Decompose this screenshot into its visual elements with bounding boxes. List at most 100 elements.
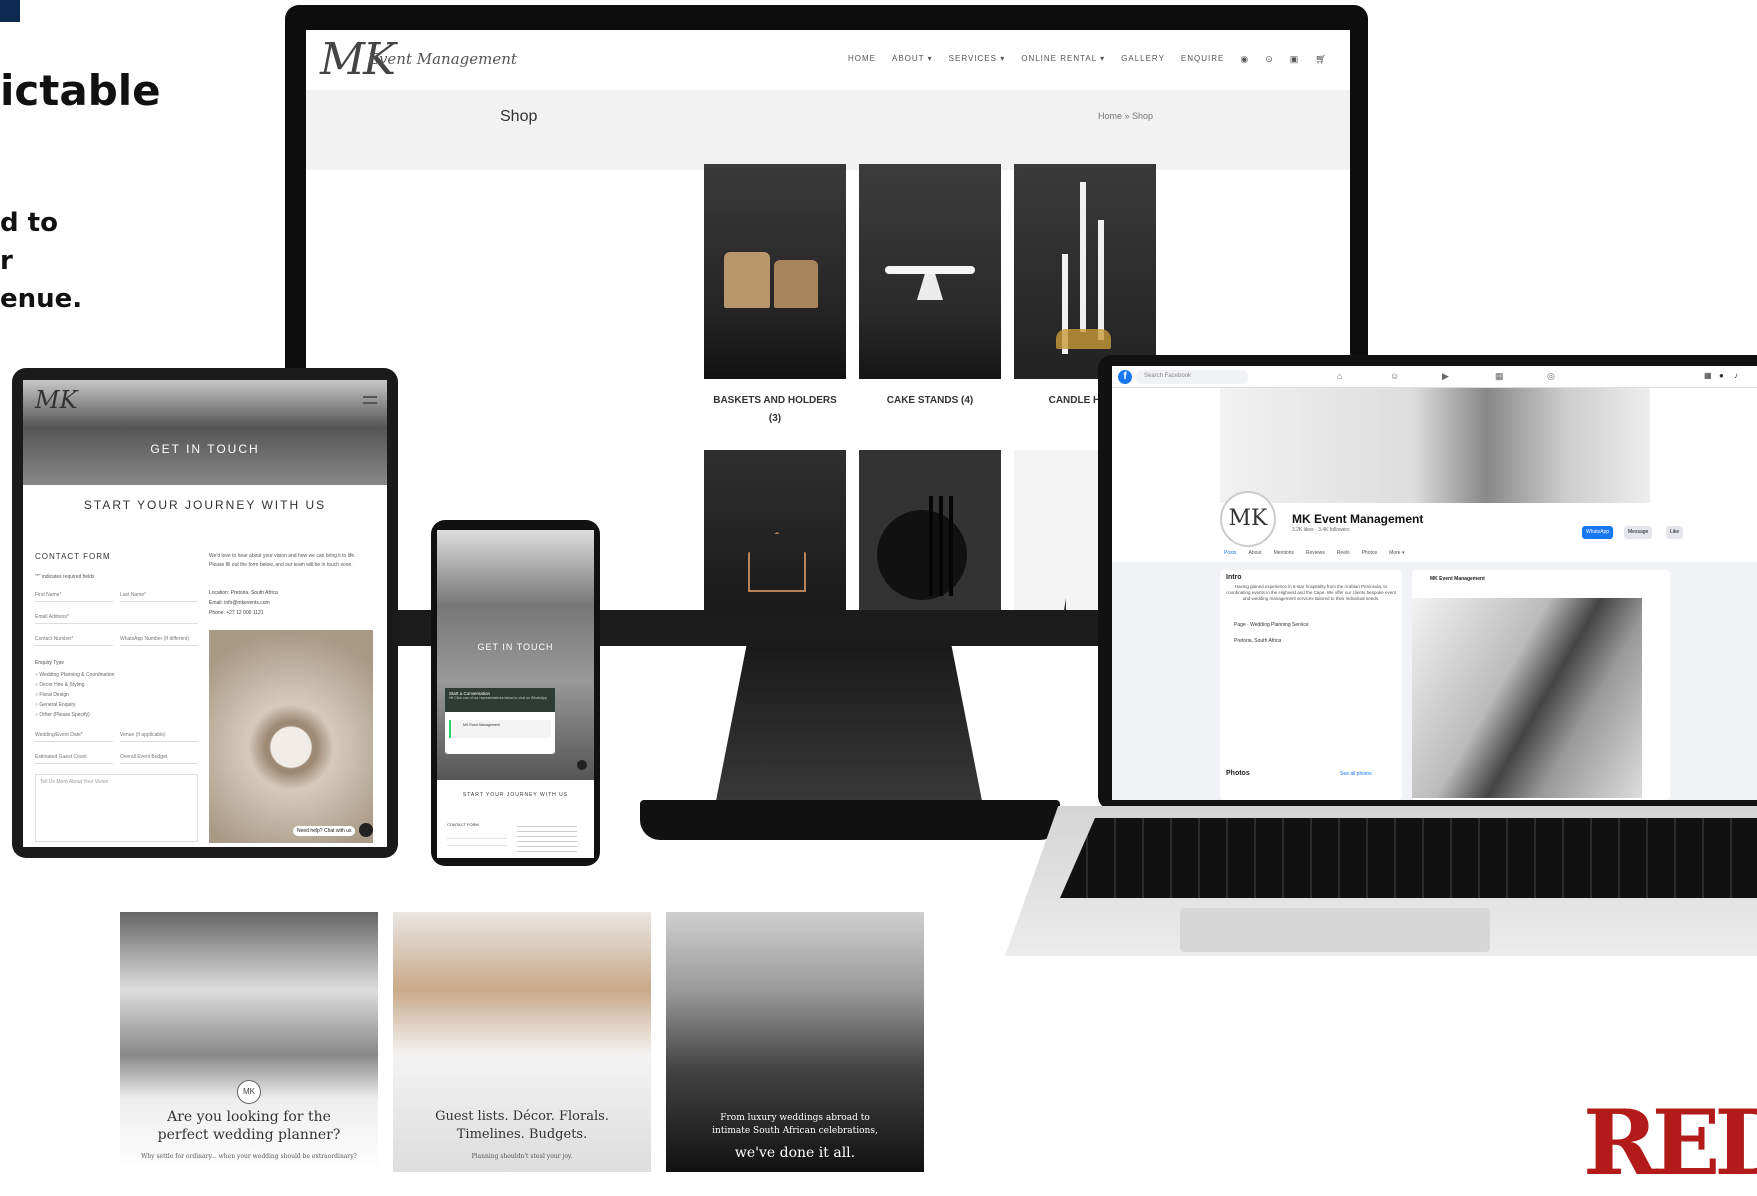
chat-button[interactable]: Need help? Chat with us — [293, 826, 356, 836]
tab-photos[interactable]: Photos — [1362, 550, 1378, 556]
agency-logo: RED — [1583, 1090, 1757, 1196]
cake-stand-base — [917, 274, 943, 300]
pinterest-icon[interactable]: ⊙ — [1265, 54, 1274, 65]
contact-page-phone: GET IN TOUCH Start a Conversation Hi! Cl… — [437, 530, 594, 858]
facebook-topbar: f Search Facebook ⌂ ☺ ▶ ▦ ◎ ▦ ● ♪ — [1112, 366, 1757, 388]
nav-gallery[interactable]: GALLERY — [1121, 54, 1165, 65]
enquiry-type-label: Enquiry Type — [35, 660, 65, 666]
popup-header: Start a Conversation Hi! Click one of ou… — [445, 688, 555, 712]
tab-posts[interactable]: Posts — [1224, 550, 1237, 556]
nav-enquire[interactable]: ENQUIRE — [1181, 54, 1224, 65]
facebook-search-input[interactable]: Search Facebook — [1136, 370, 1248, 384]
tab-mentions[interactable]: Mentions — [1274, 550, 1294, 556]
event-date-field[interactable]: Wedding/Event Date* — [35, 728, 113, 742]
page-avatar[interactable]: MK — [1220, 491, 1276, 547]
friends-icon[interactable]: ☺ — [1390, 371, 1399, 381]
whatsapp-popup[interactable]: Start a Conversation Hi! Click one of ou… — [445, 688, 555, 754]
nav-services[interactable]: SERVICES ▾ — [949, 54, 1006, 65]
social-caption: Are you looking for the perfect wedding … — [157, 1109, 341, 1143]
product-label-cake-stands[interactable]: CAKE STANDS (4) — [850, 392, 1010, 410]
budget-field[interactable]: Overall Event Budget — [120, 750, 198, 764]
first-name-field[interactable]: First Name* — [35, 588, 113, 602]
social-tile-planner: MK Are you looking for the perfect weddi… — [120, 912, 378, 1172]
email-field[interactable]: Email Address* — [35, 610, 198, 624]
enquiry-option[interactable]: ○ General Enquiry — [35, 700, 114, 710]
social-subcaption: we've done it all. — [734, 1145, 856, 1161]
contact-number-field[interactable]: Contact Number* — [35, 632, 113, 646]
last-name-field[interactable]: Last Name* — [120, 588, 198, 602]
headline-line-3: r — [0, 246, 13, 276]
tablet-heading: START YOUR JOURNEY WITH US — [83, 498, 327, 512]
cart-icon[interactable]: 🛒︎ — [1315, 54, 1327, 65]
close-icon[interactable] — [577, 760, 587, 770]
home-icon[interactable]: ⌂ — [1337, 371, 1342, 381]
video-icon[interactable]: ▶ — [1442, 371, 1449, 382]
gaming-icon[interactable]: ◎ — [1547, 371, 1555, 382]
social-caption: From luxury weddings abroad to intimate … — [712, 1113, 878, 1136]
tablet-form-title: CONTACT FORM — [35, 552, 111, 561]
enquiry-option[interactable]: ○ Floral Design — [35, 690, 114, 700]
phone-hero-text: GET IN TOUCH — [477, 642, 554, 652]
brand-mark-icon — [0, 0, 20, 22]
tab-reels[interactable]: Reels — [1337, 550, 1350, 556]
see-all-photos-link[interactable]: See all photos — [1340, 771, 1372, 777]
message-button[interactable]: Message — [1624, 526, 1653, 539]
whatsapp-button[interactable]: WhatsApp — [1582, 526, 1614, 539]
photos-label: Photos — [1226, 770, 1250, 777]
product-tile-baskets[interactable] — [704, 164, 846, 379]
candle-image-2 — [1080, 182, 1086, 332]
notifications-icon[interactable]: ♪ — [1734, 371, 1738, 380]
message-textarea[interactable]: Tell Us More About Your Vision — [35, 774, 198, 842]
messenger-icon[interactable]: ● — [1719, 371, 1724, 380]
intro-location: Pretoria, South Africa — [1234, 638, 1282, 644]
tab-about[interactable]: About — [1249, 550, 1262, 556]
phone-form-title: CONTACT FORM — [447, 822, 479, 827]
breadcrumb[interactable]: Home » Shop — [1098, 111, 1153, 121]
main-nav: HOME ABOUT ▾ SERVICES ▾ ONLINE RENTAL ▾ … — [848, 54, 1328, 65]
whatsapp-chat-icon[interactable] — [359, 823, 373, 837]
post-image[interactable] — [1412, 598, 1642, 798]
menu-grid-icon[interactable]: ▦ — [1704, 371, 1712, 380]
enquiry-option[interactable]: ○ Decor Hire & Styling — [35, 680, 114, 690]
cover-photo[interactable] — [1220, 388, 1650, 503]
tablet-logo[interactable]: MK — [35, 386, 78, 414]
popup-contact[interactable]: MK Event Management — [449, 720, 551, 738]
site-header: MK Event Management HOME ABOUT ▾ SERVICE… — [306, 30, 1350, 90]
nav-home[interactable]: HOME — [848, 54, 876, 65]
product-tile-geometric[interactable] — [704, 450, 846, 610]
intro-card: Intro Having gained experience in 5-star… — [1220, 570, 1402, 800]
tab-reviews[interactable]: Reviews — [1306, 550, 1325, 556]
basket-image-2 — [774, 260, 818, 308]
headline-line-1: ictable — [0, 66, 161, 115]
enquiry-option[interactable]: ○ Wedding Planning & Coordination — [35, 670, 114, 680]
facebook-logo-icon[interactable]: f — [1118, 370, 1132, 384]
nav-about[interactable]: ABOUT ▾ — [892, 54, 933, 65]
tablet-intro-text: We'd love to hear about your vision and … — [209, 553, 356, 568]
whatsapp-number-field[interactable]: WhatsApp Number (If different) — [120, 632, 198, 646]
page-title: Shop — [500, 108, 538, 125]
enquiry-option[interactable]: ○ Other (Please Specify) — [35, 710, 114, 720]
tablet-email[interactable]: Email: info@mkevents.com — [209, 600, 270, 606]
post-author[interactable]: MK Event Management — [1430, 576, 1485, 582]
ring-box-photo — [209, 630, 373, 843]
nav-online-rental[interactable]: ONLINE RENTAL ▾ — [1021, 54, 1105, 65]
product-tile-cutlery[interactable] — [859, 450, 1001, 610]
product-tile-candle-holders[interactable] — [1014, 164, 1156, 379]
instagram-icon[interactable]: ◉ — [1240, 54, 1249, 65]
like-button[interactable]: Like — [1666, 526, 1684, 539]
tab-more[interactable]: More ▾ — [1389, 550, 1404, 556]
headline-line-4: enue. — [0, 284, 83, 314]
product-label-baskets[interactable]: BASKETS AND HOLDERS (3) — [695, 392, 855, 428]
tablet-hero: MK GET IN TOUCH — [23, 380, 387, 485]
tablet-phone[interactable]: Phone: +27 12 000 1121 — [209, 610, 264, 616]
tablet-hero-text: GET IN TOUCH — [150, 442, 260, 456]
guest-count-field[interactable]: Estimated Guest Count — [35, 750, 113, 764]
hamburger-menu-icon[interactable] — [363, 396, 377, 404]
youtube-icon[interactable]: ▣ — [1290, 54, 1300, 65]
product-tile-cake-stands[interactable] — [859, 164, 1001, 379]
popup-subtitle: Hi! Click one of our representatives bel… — [449, 696, 548, 700]
geometric-holder-image — [748, 532, 806, 592]
venue-field[interactable]: Venue (If applicable) — [120, 728, 198, 742]
plate-image — [877, 510, 967, 600]
marketplace-icon[interactable]: ▦ — [1495, 371, 1504, 382]
